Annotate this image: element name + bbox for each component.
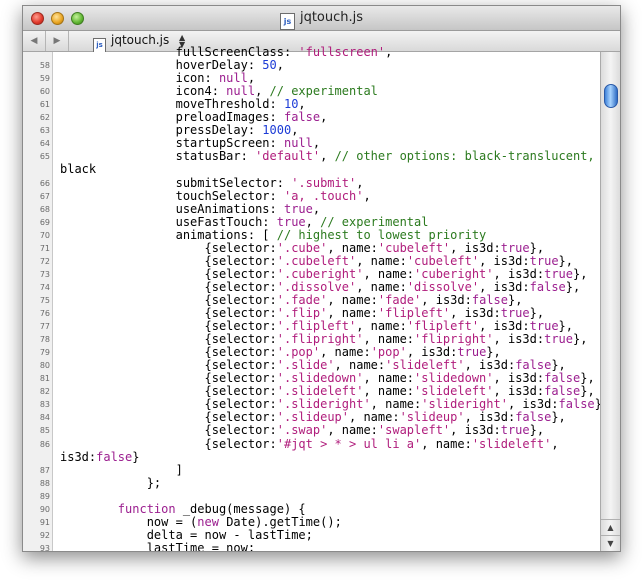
line-number: 79 [39,348,50,358]
line-number: 76 [39,309,50,318]
code-line: pressDelay: 1000, [60,123,299,138]
line-number: 70 [39,230,50,240]
line-number: 83 [39,400,50,410]
code-line: {selector:'.slidedown', name:'slidedown'… [60,371,595,386]
line-number: 72 [39,256,50,266]
code-line: {selector:'.slideright', name:'sliderigh… [60,397,609,412]
window-title-text: jqtouch.js [299,10,364,25]
code-line: {selector:'.slideleft', name:'slideleft'… [60,384,595,399]
window-title: js jqtouch.js [23,10,620,30]
code-line: {selector:'.flipright', name:'flipright'… [60,332,588,347]
code-line: useAnimations: true, [60,201,321,216]
code-line: {selector:'.dissolve', name:'dissolve', … [60,279,581,294]
code-line: {selector:'.flipleft', name:'flipleft', … [60,319,573,334]
line-number: 67 [39,191,50,201]
scrollbar-thumb[interactable] [604,84,618,108]
code-line: useFastTouch: true, // experimental [60,214,429,229]
line-number: 90 [39,504,50,514]
code-line: submitSelector: '.submit', [60,175,364,190]
editor-window: js jqtouch.js ◀ ▶ js jqtouch.js ▲ ▼ fullScr… [22,5,621,552]
code-line: }; [60,475,162,490]
line-number: 63 [39,126,50,136]
code-line: {selector:'.slideup', name:'slideup', is… [60,410,566,425]
code-line: {selector:'.fade', name:'fade', is3d:fal… [60,292,523,307]
line-number: 80 [39,361,50,371]
line-number: 61 [39,100,50,110]
line-number: 66 [39,178,50,188]
back-arrow-icon[interactable]: ◀ [23,31,46,51]
code-area[interactable]: fullScreenClass: 'fullscreen', 58 hoverDe… [23,46,609,552]
line-number: 85 [39,426,50,436]
code-line: statusBar: 'default', // other options: … [60,149,595,164]
wrapped-code-line: black [60,162,97,177]
line-number: 84 [39,413,50,423]
line-number: 93 [39,543,50,552]
code-line: now = (new Date).getTime(); [60,514,342,529]
code-line: moveThreshold: 10, [60,97,306,112]
line-number: 78 [39,335,50,345]
line-number: 77 [39,322,50,332]
code-line: hoverDelay: 50, [60,58,284,73]
code-line: delta = now - lastTime; [60,527,313,542]
code-line: preloadImages: false, [60,110,328,125]
line-number: 92 [39,530,50,540]
scroll-down-arrow-icon[interactable]: ▼ [601,535,620,551]
code-line: animations: [ // highest to lowest prior… [60,227,487,242]
wrapped-code-line: is3d:false} [60,449,140,464]
line-number: 62 [39,113,50,123]
code-line: {selector:'.cube', name:'cubeleft', is3d… [60,240,545,255]
line-number: 87 [39,465,50,475]
line-number: 74 [39,282,50,292]
js-file-icon: js [279,13,295,30]
vertical-scrollbar[interactable]: ▲ ▼ [600,52,620,551]
code-line: lastTime = now; [60,540,256,552]
line-number: 73 [39,269,50,279]
code-line: {selector:'.slide', name:'slideleft', is… [60,358,566,373]
line-number: 69 [39,217,50,227]
code-line: icon4: null, // experimental [60,84,378,99]
line-number: 68 [39,204,50,214]
line-number: 91 [39,517,50,527]
line-number: 75 [39,295,50,305]
code-line: fullScreenClass: 'fullscreen', [60,45,393,59]
code-line: ] [60,462,183,477]
code-line: {selector:'#jqt > * > ul li a', name:'sl… [60,436,559,451]
line-number: 71 [39,243,50,253]
title-bar[interactable]: js jqtouch.js [23,6,620,31]
code-editor[interactable]: fullScreenClass: 'fullscreen', 58 hoverDe… [23,46,609,552]
line-number: 64 [39,139,50,149]
code-line: {selector:'.flip', name:'flipleft', is3d… [60,306,545,320]
line-number: 60 [39,87,50,97]
code-line: {selector:'.swap', name:'swapleft', is3d… [60,423,545,438]
code-line: startupScreen: null, [60,136,321,151]
code-line: function _debug(message) { [117,501,306,516]
code-line: {selector:'.cuberight', name:'cuberight'… [60,266,588,281]
line-number: 81 [39,374,50,384]
scroll-up-arrow-icon[interactable]: ▲ [601,519,620,535]
code-line: touchSelector: 'a, .touch', [60,188,371,203]
line-number: 88 [39,478,50,488]
code-line: {selector:'.pop', name:'pop', is3d:true}… [60,345,501,360]
line-number: 89 [39,491,50,501]
line-number: 59 [39,74,50,84]
line-number: 82 [39,387,50,397]
line-number: 65 [39,152,50,162]
code-line: {selector:'.cubeleft', name:'cubeleft', … [60,253,573,268]
line-number: 86 [39,439,50,449]
line-number: 58 [39,61,50,71]
code-line: icon: null, [60,71,256,86]
